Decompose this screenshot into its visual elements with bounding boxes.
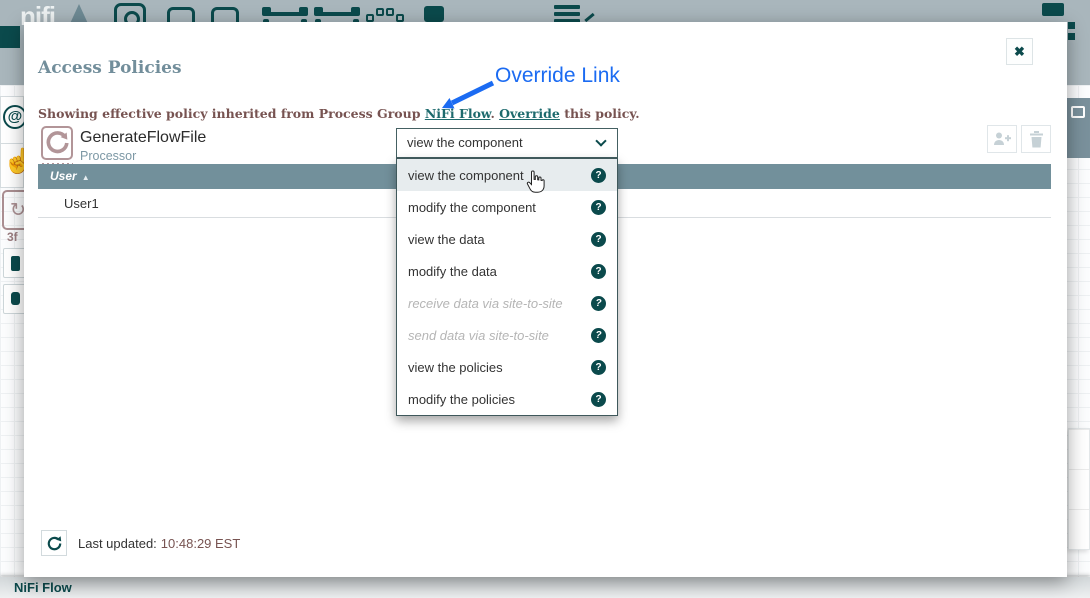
menu-dot-icon [1068,33,1075,40]
policy-option[interactable]: modify the policies? [397,383,617,415]
user-cell: User1 [64,196,99,211]
policy-option-label: modify the component [408,200,536,215]
last-updated-value: 10:48:29 EST [161,536,241,551]
policy-option[interactable]: receive data via site-to-site? [397,287,617,319]
operate-button-glyph [11,256,20,271]
component-type: Processor [80,149,136,163]
policy-option[interactable]: modify the data? [397,255,617,287]
help-icon[interactable]: ? [591,328,606,343]
last-updated-label: Last updated: [78,536,157,551]
access-policies-dialog: ✖ Access Policies Showing effective poli… [24,22,1067,577]
policy-message-suffix: this policy. [560,106,640,121]
policy-option[interactable]: view the component? [397,159,617,191]
panel-divider [1,143,23,144]
policy-option-label: receive data via site-to-site [408,296,563,311]
help-icon[interactable]: ? [591,296,606,311]
label-tool-icon[interactable] [424,6,444,22]
close-icon[interactable]: ✖ [1006,38,1033,65]
policy-option[interactable]: send data via site-to-site? [397,319,617,351]
component-name: GenerateFlowFile [80,129,206,147]
breadcrumb[interactable]: NiFi Flow [14,580,72,595]
policy-option[interactable]: modify the component? [397,191,617,223]
column-label: User [50,169,77,183]
menu-dot-icon [1068,22,1075,29]
policy-option-label: view the policies [408,360,503,375]
help-icon[interactable]: ? [591,200,606,215]
operate-component-id: 3f [7,230,18,244]
page-title: Access Policies [38,58,182,78]
policy-option-label: send data via site-to-site [408,328,549,343]
refresh-icon [46,535,63,552]
annotation-label: Override Link [495,64,620,88]
toolbar-tick-icon [584,13,594,22]
background-cards [1068,428,1090,550]
help-icon[interactable]: ? [591,232,606,247]
breadcrumb-bar: NiFi Flow [0,577,1090,598]
policy-message: Showing effective policy inherited from … [38,106,640,121]
policy-options: view the component?modify the component?… [396,158,618,416]
policy-option[interactable]: view the policies? [397,351,617,383]
policy-option-label: modify the data [408,264,497,279]
help-icon[interactable]: ? [591,264,606,279]
navigate-palette [1066,98,1090,158]
birdseye-icon [1071,106,1085,118]
chevron-down-icon [595,135,606,146]
trash-icon [1029,131,1044,148]
processor-stamp-icon [41,126,73,160]
sort-asc-icon: ▲ [82,173,90,182]
add-user-icon [993,131,1011,147]
global-menu-icon[interactable] [1042,3,1064,16]
graph-controls-panel: @ ☝ [0,96,24,188]
nifi-app: nifi @ ☝ ↻ 3f [0,0,1090,598]
toolbox-edge [0,26,20,48]
annotation-arrow-icon [438,80,498,112]
last-updated: Last updated: 10:48:29 EST [78,536,240,551]
add-user-button[interactable] [987,125,1017,153]
delete-policy-button[interactable] [1021,125,1051,153]
policy-option-label: view the component [408,168,524,183]
policy-combo[interactable]: view the component [396,128,618,158]
cursor-hand-icon [524,170,546,195]
policy-message-prefix: Showing effective policy inherited from … [38,106,425,121]
policy-option-label: view the data [408,232,485,247]
policy-option-label: modify the policies [408,392,515,407]
override-link[interactable]: Override [499,106,560,121]
refresh-button[interactable] [41,530,67,556]
help-icon[interactable]: ? [591,168,606,183]
help-icon[interactable]: ? [591,392,606,407]
policy-combo-value: view the component [407,135,523,150]
policy-option[interactable]: view the data? [397,223,617,255]
operate-button-glyph [11,292,20,305]
help-icon[interactable]: ? [591,360,606,375]
